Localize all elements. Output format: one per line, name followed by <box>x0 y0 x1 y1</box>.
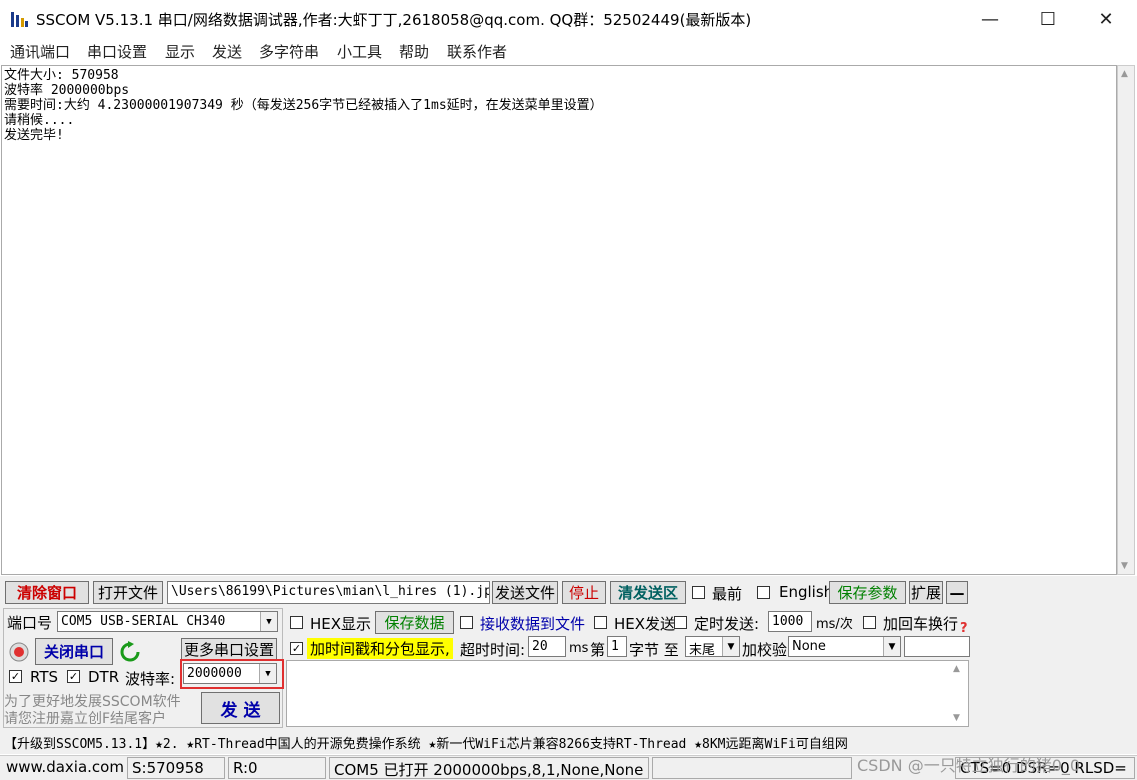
add-crlf-checkbox[interactable] <box>863 616 876 629</box>
hex-display-label: HEX显示 <box>310 615 372 633</box>
app-logo-icon <box>11 12 28 27</box>
chevron-down-icon[interactable]: ▼ <box>883 637 900 656</box>
menu-serial-settings[interactable]: 串口设置 <box>87 41 147 62</box>
receive-output-area[interactable]: 文件大小: 570958 波特率 2000000bps 需要时间:大约 4.2300… <box>1 65 1117 575</box>
output-line: 需要时间:大约 4.23000001907349 秒（每发送256字节已经被插入… <box>4 98 603 113</box>
send-scrollbar[interactable]: ▲ ▼ <box>950 661 968 726</box>
scroll-up-icon[interactable]: ▲ <box>1121 69 1128 79</box>
output-line: 波特率 2000000bps <box>4 83 130 98</box>
sent-count: S:570958 <box>127 757 225 779</box>
received-count: R:0 <box>228 757 326 779</box>
help-icon[interactable]: ? <box>960 621 968 636</box>
checksum-select[interactable]: None ▼ <box>788 636 901 657</box>
hex-send-label: HEX发送 <box>614 615 676 633</box>
port-select[interactable]: COM5 USB-SERIAL CH340 ▼ <box>57 611 278 632</box>
output-line: 文件大小: 570958 <box>4 68 119 83</box>
timed-send-checkbox[interactable] <box>674 616 687 629</box>
topmost-checkbox[interactable] <box>692 586 705 599</box>
baud-select[interactable]: 2000000 ▼ <box>183 663 277 684</box>
byte-start-input[interactable]: 1 <box>607 636 627 657</box>
timeout-label: 超时时间: <box>460 641 526 659</box>
timestamp-label: 加时间戳和分包显示, <box>307 638 453 659</box>
collapse-button[interactable]: — <box>946 581 968 604</box>
close-port-button[interactable]: 关闭串口 <box>35 638 113 665</box>
port-label: 端口号 <box>7 614 53 632</box>
file-path-field[interactable]: \Users\86199\Pictures\mian\l_hires (1).j… <box>167 581 490 604</box>
menu-tools[interactable]: 小工具 <box>337 41 382 62</box>
timed-send-label: 定时发送: <box>694 615 760 633</box>
scroll-up-icon[interactable]: ▲ <box>953 664 960 674</box>
send-input-area[interactable] <box>286 660 969 727</box>
hex-display-checkbox[interactable] <box>290 616 303 629</box>
baud-value: 2000000 <box>187 666 242 681</box>
send-button[interactable]: 发 送 <box>201 692 280 724</box>
chevron-down-icon[interactable]: ▼ <box>259 664 276 683</box>
watermark: CSDN @一只特立独行的猪0_0 <box>857 756 1081 775</box>
port-status-indicator-icon <box>9 642 29 662</box>
port-value: COM5 USB-SERIAL CH340 <box>61 614 226 629</box>
close-button[interactable]: ✕ <box>1077 0 1135 38</box>
rts-checkbox[interactable]: ✓ <box>9 670 22 683</box>
recv-to-file-label[interactable]: 接收数据到文件 <box>480 613 585 634</box>
port-info: COM5 已打开 2000000bps,8,1,None,None <box>329 757 649 779</box>
menu-send[interactable]: 发送 <box>212 41 242 62</box>
more-serial-settings-button[interactable]: 更多串口设置 <box>181 638 277 660</box>
clear-send-button[interactable]: 清发送区 <box>610 581 686 604</box>
save-params-button[interactable]: 保存参数 <box>829 581 906 604</box>
menu-multi-string[interactable]: 多字符串 <box>259 41 319 62</box>
timed-unit-label: ms/次 <box>816 617 853 632</box>
chevron-down-icon[interactable]: ▼ <box>722 637 739 656</box>
clear-window-button[interactable]: 清除窗口 <box>5 581 89 604</box>
open-file-button[interactable]: 打开文件 <box>93 581 163 604</box>
maximize-button[interactable]: ☐ <box>1019 0 1077 38</box>
output-line: 发送完毕! <box>4 128 64 143</box>
scroll-down-icon[interactable]: ▼ <box>953 713 960 723</box>
byte-end-value: 末尾 <box>689 643 716 657</box>
timed-interval-input[interactable]: 1000 <box>768 611 812 632</box>
topmost-label: 最前 <box>712 585 743 603</box>
status-empty <box>652 757 852 779</box>
hex-send-checkbox[interactable] <box>594 616 607 629</box>
output-line: 请稍候.... <box>4 113 75 128</box>
window-title: SSCOM V5.13.1 串口/网络数据调试器,作者:大虾丁丁,2618058… <box>36 11 752 29</box>
checksum-result-field[interactable] <box>904 636 970 657</box>
save-data-button[interactable]: 保存数据 <box>375 611 454 634</box>
chevron-down-icon[interactable]: ▼ <box>260 612 277 631</box>
timeout-input[interactable]: 20 <box>528 636 566 657</box>
refresh-icon[interactable] <box>120 641 140 663</box>
checksum-label: 加校验 <box>742 641 788 659</box>
byte-label-2: 字节 至 <box>629 641 679 659</box>
promo-line-2[interactable]: 请您注册嘉立创F结尾客户 <box>4 708 166 728</box>
news-ticker[interactable]: 【升级到SSCOM5.13.1】★2. ★RT-Thread中国人的开源免费操作… <box>4 733 848 752</box>
rts-label: RTS <box>30 668 59 686</box>
website-link[interactable]: www.daxia.com <box>2 757 124 779</box>
english-label: English <box>779 583 834 601</box>
expand-button[interactable]: 扩展 <box>909 581 943 604</box>
menu-comm-port[interactable]: 通讯端口 <box>10 41 70 62</box>
stop-button[interactable]: 停止 <box>562 581 606 604</box>
send-file-button[interactable]: 发送文件 <box>492 581 558 604</box>
add-crlf-label: 加回车换行 <box>883 615 959 633</box>
dtr-label: DTR <box>88 668 120 686</box>
english-checkbox[interactable] <box>757 586 770 599</box>
minimize-button[interactable]: — <box>961 0 1019 38</box>
byte-label-1: 第 <box>590 641 606 659</box>
menu-display[interactable]: 显示 <box>165 41 195 62</box>
checksum-value: None <box>792 639 826 654</box>
recv-to-file-checkbox[interactable] <box>460 616 473 629</box>
baud-label: 波特率: <box>125 670 176 688</box>
timeout-unit-label: ms <box>569 641 589 656</box>
timestamp-checkbox[interactable]: ✓ <box>290 642 303 655</box>
dtr-checkbox[interactable]: ✓ <box>67 670 80 683</box>
scroll-down-icon[interactable]: ▼ <box>1121 561 1128 571</box>
byte-end-select[interactable]: 末尾 ▼ <box>685 636 740 657</box>
menu-contact[interactable]: 联系作者 <box>447 41 507 62</box>
menu-help[interactable]: 帮助 <box>399 41 429 62</box>
output-scrollbar[interactable]: ▲ ▼ <box>1117 65 1135 575</box>
